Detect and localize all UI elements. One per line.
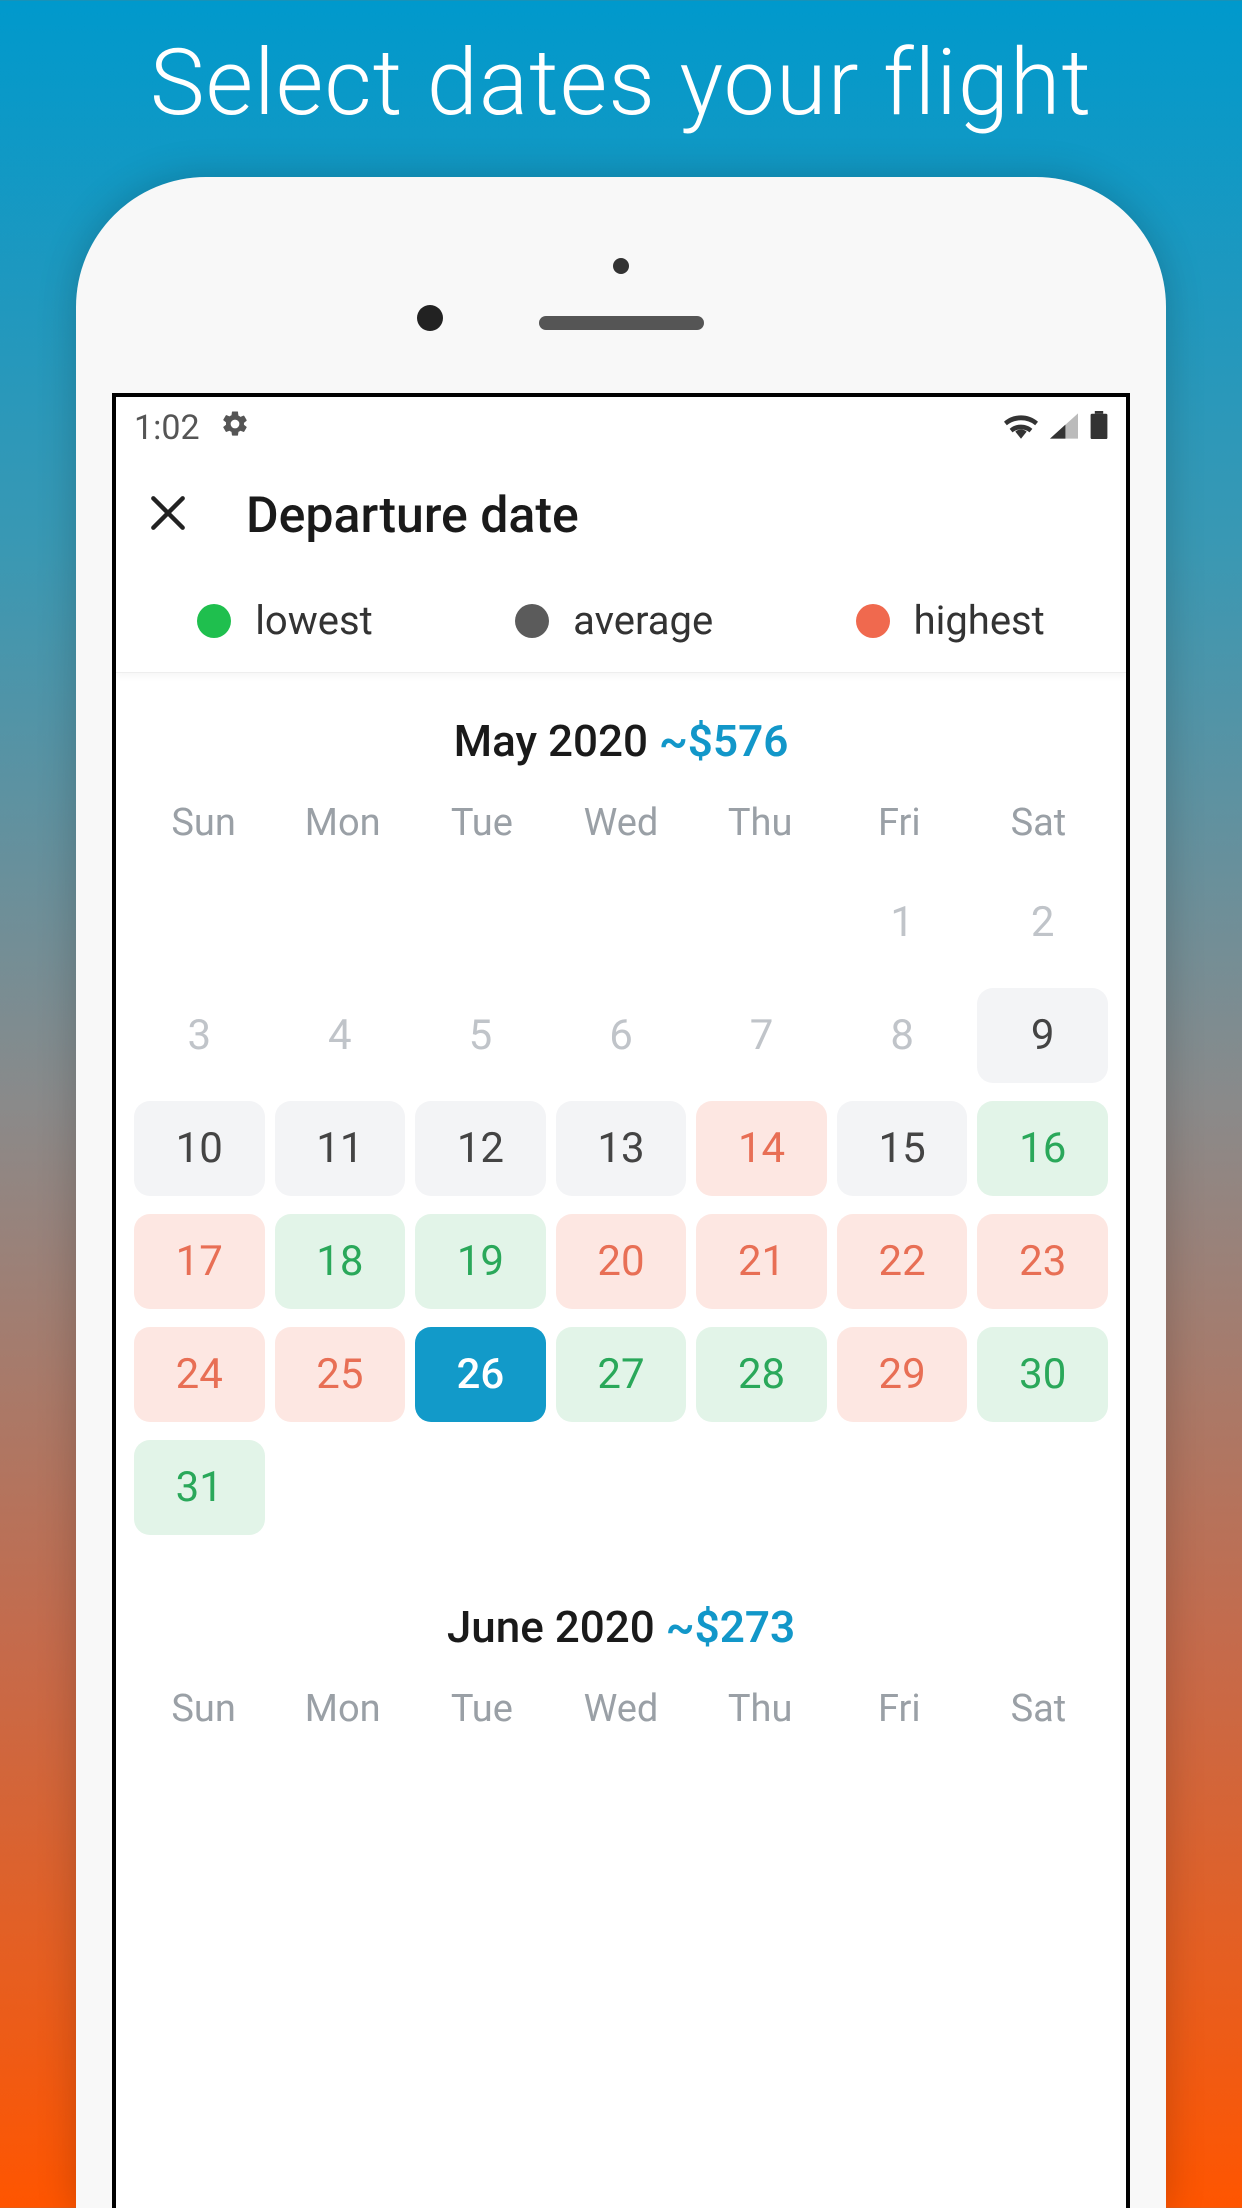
day-cell[interactable]: 21 [696,1214,827,1309]
day-cell[interactable]: 24 [134,1327,265,1422]
month-title: May 2020 ~$576 [134,703,1108,787]
day-cell: 1 [837,875,968,970]
day-cell[interactable]: 29 [837,1327,968,1422]
dow-row: SunMonTueWedThuFriSat [134,1673,1108,1753]
day-cell[interactable]: 16 [977,1101,1108,1196]
dow-label: Wed [551,801,690,845]
day-cell[interactable]: 12 [415,1101,546,1196]
legend-label: highest [914,597,1045,644]
dow-label: Sun [134,1687,273,1731]
legend-item-highest: highest [856,597,1045,644]
dow-label: Sun [134,801,273,845]
phone-frame: 1:02 Departure date [76,177,1166,2208]
month-name: June 2020 [447,1601,655,1653]
phone-camera-dot [417,305,443,331]
legend-label: lowest [255,597,373,644]
day-cell[interactable]: 23 [977,1214,1108,1309]
legend-dot-icon [197,604,231,638]
day-cell[interactable]: 30 [977,1327,1108,1422]
day-cell[interactable]: 25 [275,1327,406,1422]
month-price: ~$576 [659,715,788,767]
day-cell: 8 [837,988,968,1083]
legend-item-average: average [515,597,713,644]
dow-label: Mon [273,1687,412,1731]
day-cell[interactable]: 11 [275,1101,406,1196]
day-cell[interactable]: 28 [696,1327,827,1422]
day-cell[interactable]: 13 [556,1101,687,1196]
dow-label: Sat [969,801,1108,845]
app-screen: 1:02 Departure date [112,393,1130,2208]
battery-icon [1090,408,1108,448]
day-cell[interactable]: 27 [556,1327,687,1422]
phone-sensor-dot [613,258,629,274]
phone-top [112,213,1130,393]
dow-label: Fri [830,1687,969,1731]
price-legend: lowest average highest [116,579,1126,673]
legend-label: average [573,597,713,644]
month-name: May 2020 [454,715,648,767]
day-cell: 3 [134,988,265,1083]
day-cell: 4 [275,988,406,1083]
calendar-grid: 1234567891011121314151617181920212223242… [134,867,1108,1559]
dow-label: Mon [273,801,412,845]
dow-label: Thu [691,801,830,845]
close-button[interactable] [146,488,190,544]
month-price: ~$273 [666,1601,795,1653]
day-cell: 7 [696,988,827,1083]
dow-row: SunMonTueWedThuFriSat [134,787,1108,867]
dow-label: Fri [830,801,969,845]
day-cell[interactable]: 18 [275,1214,406,1309]
wifi-icon [1004,408,1038,448]
month-block: June 2020 ~$273SunMonTueWedThuFriSat [116,1559,1126,1753]
day-cell[interactable]: 10 [134,1101,265,1196]
dow-label: Thu [691,1687,830,1731]
month-title: June 2020 ~$273 [134,1589,1108,1673]
page-title: Departure date [246,487,579,545]
legend-item-lowest: lowest [197,597,373,644]
status-bar: 1:02 [116,397,1126,459]
legend-dot-icon [515,604,549,638]
day-cell[interactable]: 19 [415,1214,546,1309]
day-cell[interactable]: 31 [134,1440,265,1535]
day-cell[interactable]: 20 [556,1214,687,1309]
day-cell[interactable]: 14 [696,1101,827,1196]
day-cell[interactable]: 9 [977,988,1108,1083]
day-cell: 2 [977,875,1108,970]
promo-title: Select dates your flight [0,0,1242,177]
calendar-scroll[interactable]: May 2020 ~$576SunMonTueWedThuFriSat12345… [116,673,1126,1753]
app-header: Departure date [116,459,1126,579]
phone-speaker [539,316,704,330]
status-time: 1:02 [134,408,200,448]
dow-label: Sat [969,1687,1108,1731]
dow-label: Tue [412,1687,551,1731]
day-cell: 5 [415,988,546,1083]
day-cell[interactable]: 17 [134,1214,265,1309]
day-cell: 6 [556,988,687,1083]
month-block: May 2020 ~$576SunMonTueWedThuFriSat12345… [116,673,1126,1559]
day-cell[interactable]: 15 [837,1101,968,1196]
legend-dot-icon [856,604,890,638]
day-cell[interactable]: 22 [837,1214,968,1309]
day-cell[interactable]: 26 [415,1327,546,1422]
dow-label: Tue [412,801,551,845]
signal-icon [1050,408,1078,448]
dow-label: Wed [551,1687,690,1731]
gear-icon [220,409,250,447]
